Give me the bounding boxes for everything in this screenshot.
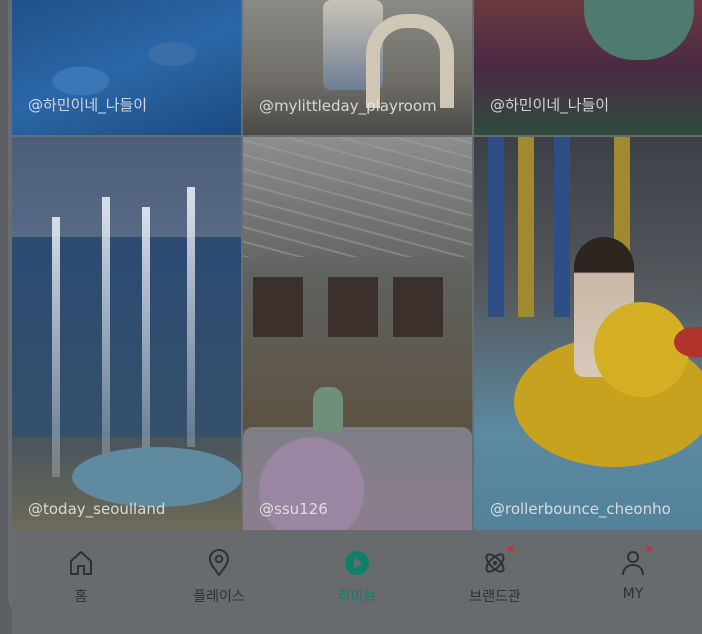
bottom-nav: 홈 플레이스 라이브 브랜드관 MY [12, 530, 702, 634]
tile-photo [253, 277, 303, 337]
play-icon [342, 548, 372, 578]
location-pin-icon [204, 548, 234, 578]
nav-item-label: 브랜드관 [469, 589, 521, 605]
tile-photo [488, 137, 504, 317]
tile-photo [518, 137, 534, 317]
nav-item-live[interactable]: 라이브 [297, 530, 417, 634]
feed-tile[interactable]: @mylittleday_playroom [243, 0, 472, 135]
tile-photo [584, 0, 694, 60]
feed-tile[interactable]: @ssu126 [243, 137, 472, 532]
tile-handle: @mylittleday_playroom [259, 97, 437, 115]
tile-handle: @하민이네_나들이 [28, 96, 148, 114]
person-icon [618, 546, 652, 578]
nav-item-place[interactable]: 플레이스 [159, 530, 279, 634]
feed-tile[interactable]: @하민이네_나들이 [12, 0, 241, 135]
tile-photo [187, 187, 195, 447]
nav-item-home[interactable]: 홈 [21, 530, 141, 634]
tile-handle: @rollerbounce_cheonho [490, 500, 671, 518]
tile-photo [142, 207, 150, 467]
tile-photo [243, 137, 472, 257]
tile-handle: @today_seoulland [28, 500, 166, 518]
tile-photo [594, 302, 689, 397]
tile-photo [72, 447, 241, 507]
feed-tile[interactable]: @today_seoulland [12, 137, 241, 532]
tile-photo [554, 137, 570, 317]
nav-item-label: MY [622, 586, 644, 602]
nav-item-label: 홈 [74, 589, 88, 605]
tile-photo [393, 277, 443, 337]
notification-dot [508, 546, 514, 552]
notification-dot [646, 546, 652, 552]
feed-tile[interactable]: @rollerbounce_cheonho [474, 137, 702, 532]
tile-handle: @하민이네_나들이 [490, 96, 610, 114]
nav-item-my[interactable]: MY [573, 530, 693, 634]
tile-photo [102, 197, 110, 457]
feed-tile[interactable]: @하민이네_나들이 [474, 0, 702, 135]
nav-item-label: 플레이스 [193, 589, 245, 605]
tile-photo [12, 237, 241, 437]
atom-icon [480, 546, 514, 578]
tile-photo [328, 277, 378, 337]
nav-item-brand[interactable]: 브랜드관 [435, 530, 555, 634]
nav-item-label: 라이브 [337, 589, 377, 605]
tile-handle: @ssu126 [259, 500, 328, 518]
home-icon [66, 548, 96, 578]
tile-photo [313, 387, 343, 432]
tile-photo [366, 14, 454, 108]
live-feed-grid: @하민이네_나들이 @mylittleday_playroom @하민이네_나들… [12, 0, 702, 532]
tile-photo [52, 217, 60, 477]
